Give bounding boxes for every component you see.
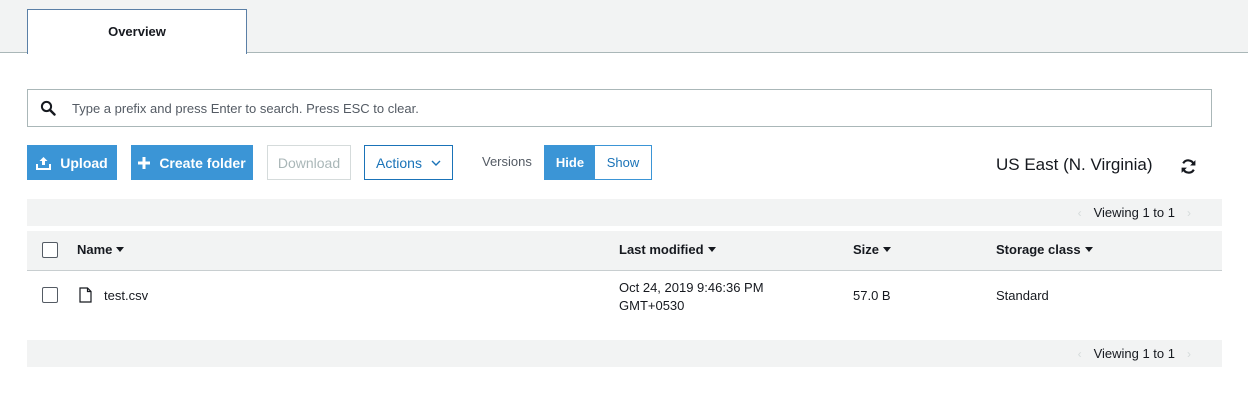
create-folder-label: Create folder [159, 154, 246, 171]
create-folder-button[interactable]: Create folder [131, 145, 253, 180]
column-label: Size [853, 242, 880, 257]
last-modified-cell: Oct 24, 2019 9:46:36 PM GMT+0530 [619, 279, 764, 315]
plus-icon [138, 156, 151, 169]
chevron-left-icon[interactable]: ‹ [1078, 206, 1082, 220]
versions-toggle: Hide Show [544, 145, 652, 180]
column-label: Last modified [619, 242, 704, 257]
tab-bar: Overview [0, 0, 1248, 54]
tab-overview[interactable]: Overview [27, 9, 247, 54]
actions-dropdown[interactable]: Actions [364, 145, 453, 180]
sort-caret-icon [116, 247, 125, 252]
search-icon [40, 100, 56, 116]
column-header-name[interactable]: Name [77, 242, 125, 257]
table-row: test.csv Oct 24, 2019 9:46:36 PM GMT+053… [27, 272, 1222, 320]
search-box [27, 89, 1212, 127]
upload-button[interactable]: Upload [27, 145, 117, 180]
chevron-left-icon[interactable]: ‹ [1078, 347, 1082, 361]
versions-label: Versions [482, 154, 532, 169]
row-checkbox[interactable] [42, 287, 58, 303]
upload-label: Upload [60, 154, 108, 171]
chevron-down-icon [431, 160, 441, 166]
region-label: US East (N. Virginia) [996, 155, 1153, 174]
actions-label: Actions [376, 154, 422, 171]
versions-hide-button[interactable]: Hide [545, 146, 595, 179]
versions-show-button[interactable]: Show [595, 146, 651, 179]
select-all-checkbox[interactable] [42, 242, 58, 258]
last-modified-timezone: GMT+0530 [619, 298, 685, 313]
refresh-icon[interactable] [1180, 158, 1197, 175]
size-cell: 57.0 B [853, 288, 891, 303]
table-header: Name Last modified Size Storage class [27, 231, 1222, 271]
pagination-top: ‹ Viewing 1 to 1 › [27, 199, 1222, 226]
column-header-storage-class[interactable]: Storage class [996, 242, 1093, 257]
column-label: Name [77, 242, 113, 257]
pagination-text: Viewing 1 to 1 [1093, 205, 1175, 220]
last-modified-date: Oct 24, 2019 9:46:36 PM [619, 280, 764, 295]
file-name-link[interactable]: test.csv [104, 288, 148, 303]
column-label: Storage class [996, 242, 1081, 257]
sort-caret-icon [883, 247, 892, 252]
search-input[interactable] [72, 91, 1202, 125]
download-button[interactable]: Download [267, 145, 351, 180]
column-header-size[interactable]: Size [853, 242, 892, 257]
storage-class-cell: Standard [996, 288, 1049, 303]
pagination-bottom: ‹ Viewing 1 to 1 › [27, 340, 1222, 367]
upload-icon [36, 156, 52, 170]
sort-caret-icon [1084, 247, 1093, 252]
sort-caret-icon [707, 247, 716, 252]
chevron-right-icon[interactable]: › [1187, 347, 1191, 361]
pagination-text: Viewing 1 to 1 [1093, 346, 1175, 361]
column-header-last-modified[interactable]: Last modified [619, 242, 716, 257]
file-icon [79, 287, 92, 303]
chevron-right-icon[interactable]: › [1187, 206, 1191, 220]
